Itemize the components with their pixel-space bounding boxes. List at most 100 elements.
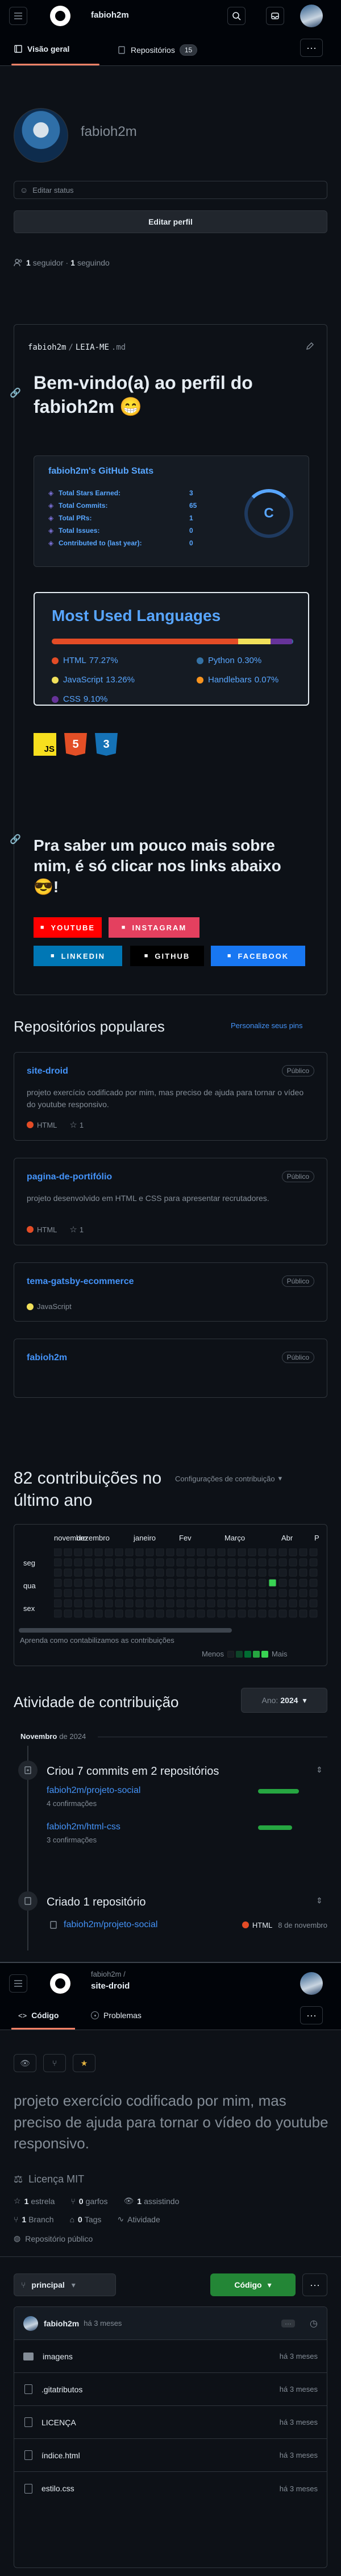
more-options-button[interactable]: ··· xyxy=(300,39,323,57)
contribution-day[interactable] xyxy=(248,1558,256,1567)
contribution-day[interactable] xyxy=(197,1568,205,1577)
file-name[interactable]: LICENÇA xyxy=(41,2418,280,2427)
contribution-day[interactable] xyxy=(299,1589,307,1597)
contribution-day[interactable] xyxy=(105,1568,113,1577)
contribution-day[interactable] xyxy=(258,1589,267,1597)
contribution-day[interactable] xyxy=(248,1609,256,1618)
tags-count[interactable]: 0 xyxy=(78,2215,82,2224)
contribution-day[interactable] xyxy=(135,1579,144,1587)
file-name[interactable]: imagens xyxy=(43,2352,280,2361)
contribution-day[interactable] xyxy=(299,1568,307,1577)
following-count[interactable]: 1 xyxy=(70,258,75,267)
history-icon[interactable]: ◷ xyxy=(310,2318,318,2329)
contribution-day[interactable] xyxy=(115,1599,123,1608)
contribution-day[interactable] xyxy=(135,1558,144,1567)
contribution-day[interactable] xyxy=(268,1558,277,1567)
readme-path-user[interactable]: fabioh2m xyxy=(28,343,66,352)
contribution-day[interactable] xyxy=(227,1568,236,1577)
forks-count[interactable]: 0 xyxy=(79,2197,84,2206)
contribution-day[interactable] xyxy=(207,1599,215,1608)
repo-name[interactable]: site-droid xyxy=(91,1981,130,1991)
contribution-day[interactable] xyxy=(309,1558,318,1567)
contribution-day[interactable] xyxy=(135,1568,144,1577)
watching-count[interactable]: 1 xyxy=(137,2197,142,2206)
languages-card[interactable]: Most Used Languages HTML 77.27% Python 0.30… xyxy=(34,592,309,706)
contribution-day[interactable] xyxy=(207,1568,215,1577)
contribution-day[interactable] xyxy=(145,1558,154,1567)
branch-select[interactable]: ⑂ principal ▾ xyxy=(14,2273,116,2296)
contribution-day[interactable] xyxy=(258,1568,267,1577)
contribution-day[interactable] xyxy=(74,1558,82,1567)
contribution-day[interactable] xyxy=(94,1589,103,1597)
contribution-day[interactable] xyxy=(135,1599,144,1608)
contribution-day[interactable] xyxy=(217,1558,226,1567)
more-options-button-2[interactable]: ··· xyxy=(300,2006,323,2024)
contribution-day[interactable] xyxy=(238,1558,246,1567)
contribution-day[interactable] xyxy=(156,1548,164,1556)
social-badge-linkedin[interactable]: ■ LINKEDIN xyxy=(34,946,122,966)
contribution-day[interactable] xyxy=(186,1599,195,1608)
contribution-day[interactable] xyxy=(217,1568,226,1577)
license-row[interactable]: ⚖ Licença MIT xyxy=(14,2173,84,2185)
commit-avatar[interactable] xyxy=(23,2316,38,2331)
contribution-day[interactable] xyxy=(268,1599,277,1608)
repo-card-name[interactable]: fabioh2m xyxy=(27,1353,67,1363)
contribution-day[interactable] xyxy=(197,1548,205,1556)
contribution-day[interactable] xyxy=(278,1558,287,1567)
github-stats-card[interactable]: fabioh2m's GitHub Stats ◈ Total Stars Ear… xyxy=(34,455,309,567)
activity-link[interactable]: Atividade xyxy=(127,2215,160,2224)
followers-label[interactable]: seguidor xyxy=(33,258,64,267)
user-avatar-icon[interactable] xyxy=(300,5,323,27)
github-logo-icon[interactable] xyxy=(50,6,70,26)
stars-count[interactable]: 1 xyxy=(24,2197,29,2206)
edit-profile-button[interactable]: Editar perfil xyxy=(14,210,327,233)
contribution-day[interactable] xyxy=(145,1568,154,1577)
contribution-day[interactable] xyxy=(64,1589,72,1597)
repo-card-name[interactable]: pagina-de-portifólio xyxy=(27,1172,112,1182)
contribution-day[interactable] xyxy=(176,1599,185,1608)
contribution-day[interactable] xyxy=(299,1548,307,1556)
contribution-day[interactable] xyxy=(64,1558,72,1567)
contribution-day[interactable] xyxy=(258,1558,267,1567)
edit-readme-icon[interactable] xyxy=(305,342,314,351)
repo-card-stars[interactable]: 1 xyxy=(80,1225,84,1234)
menu-button-2[interactable] xyxy=(9,1974,27,1993)
contribution-day[interactable] xyxy=(309,1599,318,1608)
contribution-day[interactable] xyxy=(197,1558,205,1567)
contribution-day[interactable] xyxy=(227,1589,236,1597)
contribution-day[interactable] xyxy=(125,1599,134,1608)
contribution-day[interactable] xyxy=(156,1609,164,1618)
contribution-day[interactable] xyxy=(115,1579,123,1587)
contribution-day[interactable] xyxy=(156,1599,164,1608)
contribution-day[interactable] xyxy=(227,1609,236,1618)
contribution-day[interactable] xyxy=(268,1548,277,1556)
contribution-day[interactable] xyxy=(105,1599,113,1608)
contribution-day[interactable] xyxy=(278,1609,287,1618)
contribution-day[interactable] xyxy=(54,1589,62,1597)
contribution-day[interactable] xyxy=(309,1609,318,1618)
commit-message-toggle-icon[interactable]: ··· xyxy=(281,2319,296,2327)
contribution-day[interactable] xyxy=(217,1589,226,1597)
contribution-day[interactable] xyxy=(64,1568,72,1577)
contribution-day[interactable] xyxy=(74,1548,82,1556)
contribution-day[interactable] xyxy=(258,1579,267,1587)
anchor-link-icon[interactable]: 🔗 xyxy=(10,387,21,399)
contribution-day[interactable] xyxy=(74,1589,82,1597)
contribution-day[interactable] xyxy=(105,1558,113,1567)
contribution-day[interactable] xyxy=(145,1548,154,1556)
contribution-day[interactable] xyxy=(227,1599,236,1608)
contribution-day[interactable] xyxy=(299,1609,307,1618)
contribution-day[interactable] xyxy=(278,1599,287,1608)
file-name[interactable]: .gitatributos xyxy=(41,2385,280,2394)
contribution-day[interactable] xyxy=(84,1568,93,1577)
contribution-day[interactable] xyxy=(289,1599,297,1608)
contribution-day[interactable] xyxy=(176,1579,185,1587)
file-name[interactable]: índice.html xyxy=(41,2451,280,2460)
social-badge-github[interactable]: ■ GITHUB xyxy=(130,946,204,966)
contribution-day[interactable] xyxy=(176,1568,185,1577)
file-name[interactable]: estilo.css xyxy=(41,2484,280,2493)
contribution-day[interactable] xyxy=(145,1589,154,1597)
repo-owner[interactable]: fabioh2m / xyxy=(91,1970,126,1978)
contribution-day[interactable] xyxy=(54,1558,62,1567)
contribution-day[interactable] xyxy=(105,1609,113,1618)
